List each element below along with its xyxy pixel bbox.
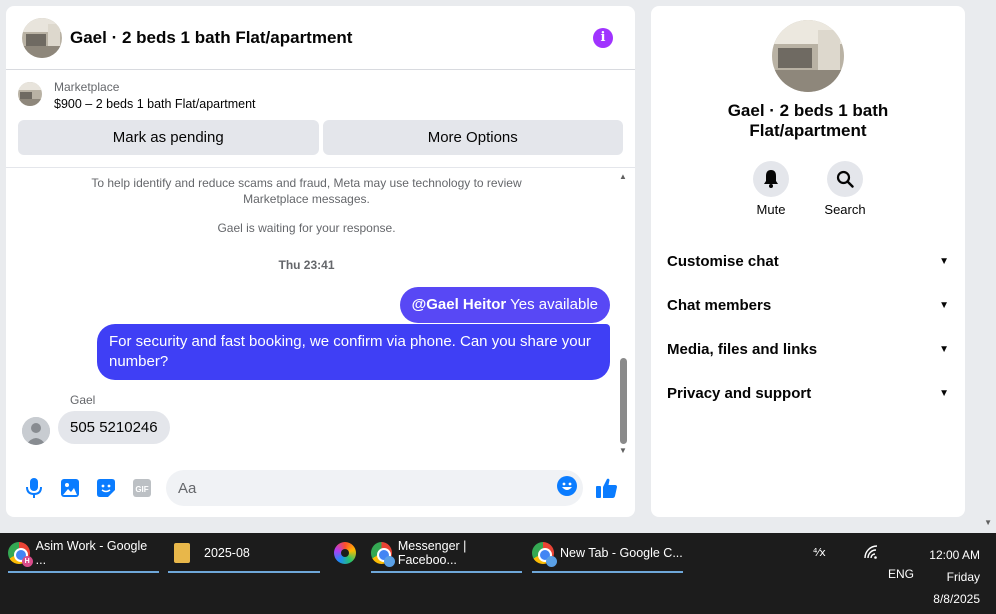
scroll-up-arrow[interactable]: ▲ [619,172,627,181]
profile-badge-icon [546,556,557,567]
message-timestamp: Thu 23:41 [278,258,335,272]
svg-text:GIF: GIF [135,485,148,494]
section-chat-members[interactable]: Chat members ▼ [651,283,965,327]
info-title: Gael · 2 beds 1 bath Flat/apartment [727,101,889,140]
message-list: To help identify and reduce scams and fr… [6,170,635,462]
thumbs-up-icon[interactable] [589,470,625,506]
search-action[interactable]: Search [824,161,866,217]
section-media-files-links[interactable]: Media, files and links ▼ [651,327,965,371]
chevron-down-icon: ▼ [939,299,949,311]
task-underline [8,571,159,573]
conversation-info-panel: Gael · 2 beds 1 bath Flat/apartment Mute… [651,6,965,517]
scam-notice: To help identify and reduce scams and fr… [91,176,522,206]
waiting-notice: Gael is waiting for your response. [217,221,396,235]
clock-time: 12:00 AM [929,548,980,562]
mute-action[interactable]: Mute [751,161,791,217]
section-customise-chat[interactable]: Customise chat ▼ [651,239,965,283]
chevron-down-icon: ▼ [939,255,949,267]
gif-icon[interactable]: GIF [124,470,160,506]
clock[interactable]: 12:00 AM Friday 8/8/2025 [929,544,980,610]
chat-title[interactable]: Gael · 2 beds 1 bath Flat/apartment [70,28,593,48]
outgoing-message[interactable]: For security and fast booking, we confir… [97,324,610,380]
folder-icon [174,543,190,563]
mention[interactable]: @Gael Heitor [412,296,507,313]
task-folder-2025-08[interactable]: 2025-08 [168,533,320,573]
scroll-thumb[interactable] [620,358,627,444]
task-underline [371,571,522,573]
section-label: Privacy and support [667,384,812,402]
info-actions: Mute Search [651,161,965,217]
more-options-button[interactable]: More Options [322,120,623,155]
svg-text:⁴⁄x: ⁴⁄x [813,546,826,559]
emoji-icon[interactable] [557,475,577,501]
composer: GIF [6,459,635,517]
search-label: Search [824,202,866,217]
task-chrome-asim-work[interactable]: H Asim Work - Google ... [8,533,159,573]
profile-badge: H [21,556,33,567]
task-label: Messenger | Faceboo... [397,539,467,567]
chevron-down-icon: ▼ [939,343,949,355]
message-input-wrapper [166,470,583,506]
clock-day: Friday [946,570,980,584]
chat-header: Gael · 2 beds 1 bath Flat/apartment i [6,6,635,70]
listing-text: Marketplace $900 – 2 beds 1 bath Flat/ap… [54,80,256,114]
photo-icon[interactable] [52,470,88,506]
section-privacy-support[interactable]: Privacy and support ▼ [651,371,965,415]
task-chrome-messenger[interactable]: Messenger | Faceboo... [371,533,522,573]
listing-avatar[interactable] [22,17,62,58]
chrome-icon: H [8,542,33,567]
task-underline [168,571,320,573]
listing-actions: Mark as pending More Options [18,120,623,155]
chrome-icon [371,542,395,567]
chevron-down-icon: ▼ [939,387,949,399]
chat-panel: Gael · 2 beds 1 bath Flat/apartment i Ma… [6,6,635,517]
chrome-icon [532,542,557,567]
mark-as-pending-button[interactable]: Mark as pending [18,120,319,155]
listing-row: Marketplace $900 – 2 beds 1 bath Flat/ap… [18,80,623,114]
task-chrome-new-tab[interactable]: New Tab - Google C... [532,533,683,573]
listing-thumbnail[interactable] [18,82,42,106]
mute-button[interactable] [753,161,789,197]
info-icon[interactable]: i [593,27,613,48]
task-label: New Tab - Google C... [560,546,683,560]
outgoing-message[interactable]: @Gael Heitor Yes available [399,287,610,323]
scroll-down-arrow[interactable]: ▼ [619,446,627,455]
search-button[interactable] [827,161,863,197]
incoming-message[interactable]: 505 5210246 [58,411,170,444]
wifi-icon[interactable] [863,545,879,562]
profile-badge-icon [383,556,395,567]
message-input[interactable] [178,479,557,497]
clock-date: 8/8/2025 [933,592,980,606]
listing-label: Marketplace [54,80,120,94]
message-scrollbar[interactable]: ▲ ▼ [617,170,629,462]
mute-label: Mute [756,202,786,217]
listing-price-title[interactable]: $900 – 2 beds 1 bath Flat/apartment [54,94,256,114]
keyboard-icon[interactable]: ⁴⁄x [813,545,831,562]
microphone-icon[interactable] [16,470,52,506]
marketplace-listing: Marketplace $900 – 2 beds 1 bath Flat/ap… [6,70,635,168]
sticker-icon[interactable] [88,470,124,506]
section-label: Customise chat [667,252,779,270]
task-label: 2025-08 [204,546,250,560]
page-scroll-down-arrow[interactable]: ▼ [984,518,992,527]
section-label: Chat members [667,296,772,314]
sender-name: Gael [70,393,96,407]
task-underline [532,571,683,573]
section-label: Media, files and links [667,340,818,358]
sender-avatar[interactable] [22,417,50,445]
copilot-icon[interactable] [334,542,356,564]
taskbar: H Asim Work - Google ... 2025-08 Messeng… [0,533,996,614]
message-text: Yes available [506,296,598,313]
language-indicator[interactable]: ENG [888,567,914,581]
info-sections: Customise chat ▼ Chat members ▼ Media, fil… [651,239,965,415]
task-label: Asim Work - Google ... [35,539,148,567]
info-avatar[interactable] [772,20,844,92]
